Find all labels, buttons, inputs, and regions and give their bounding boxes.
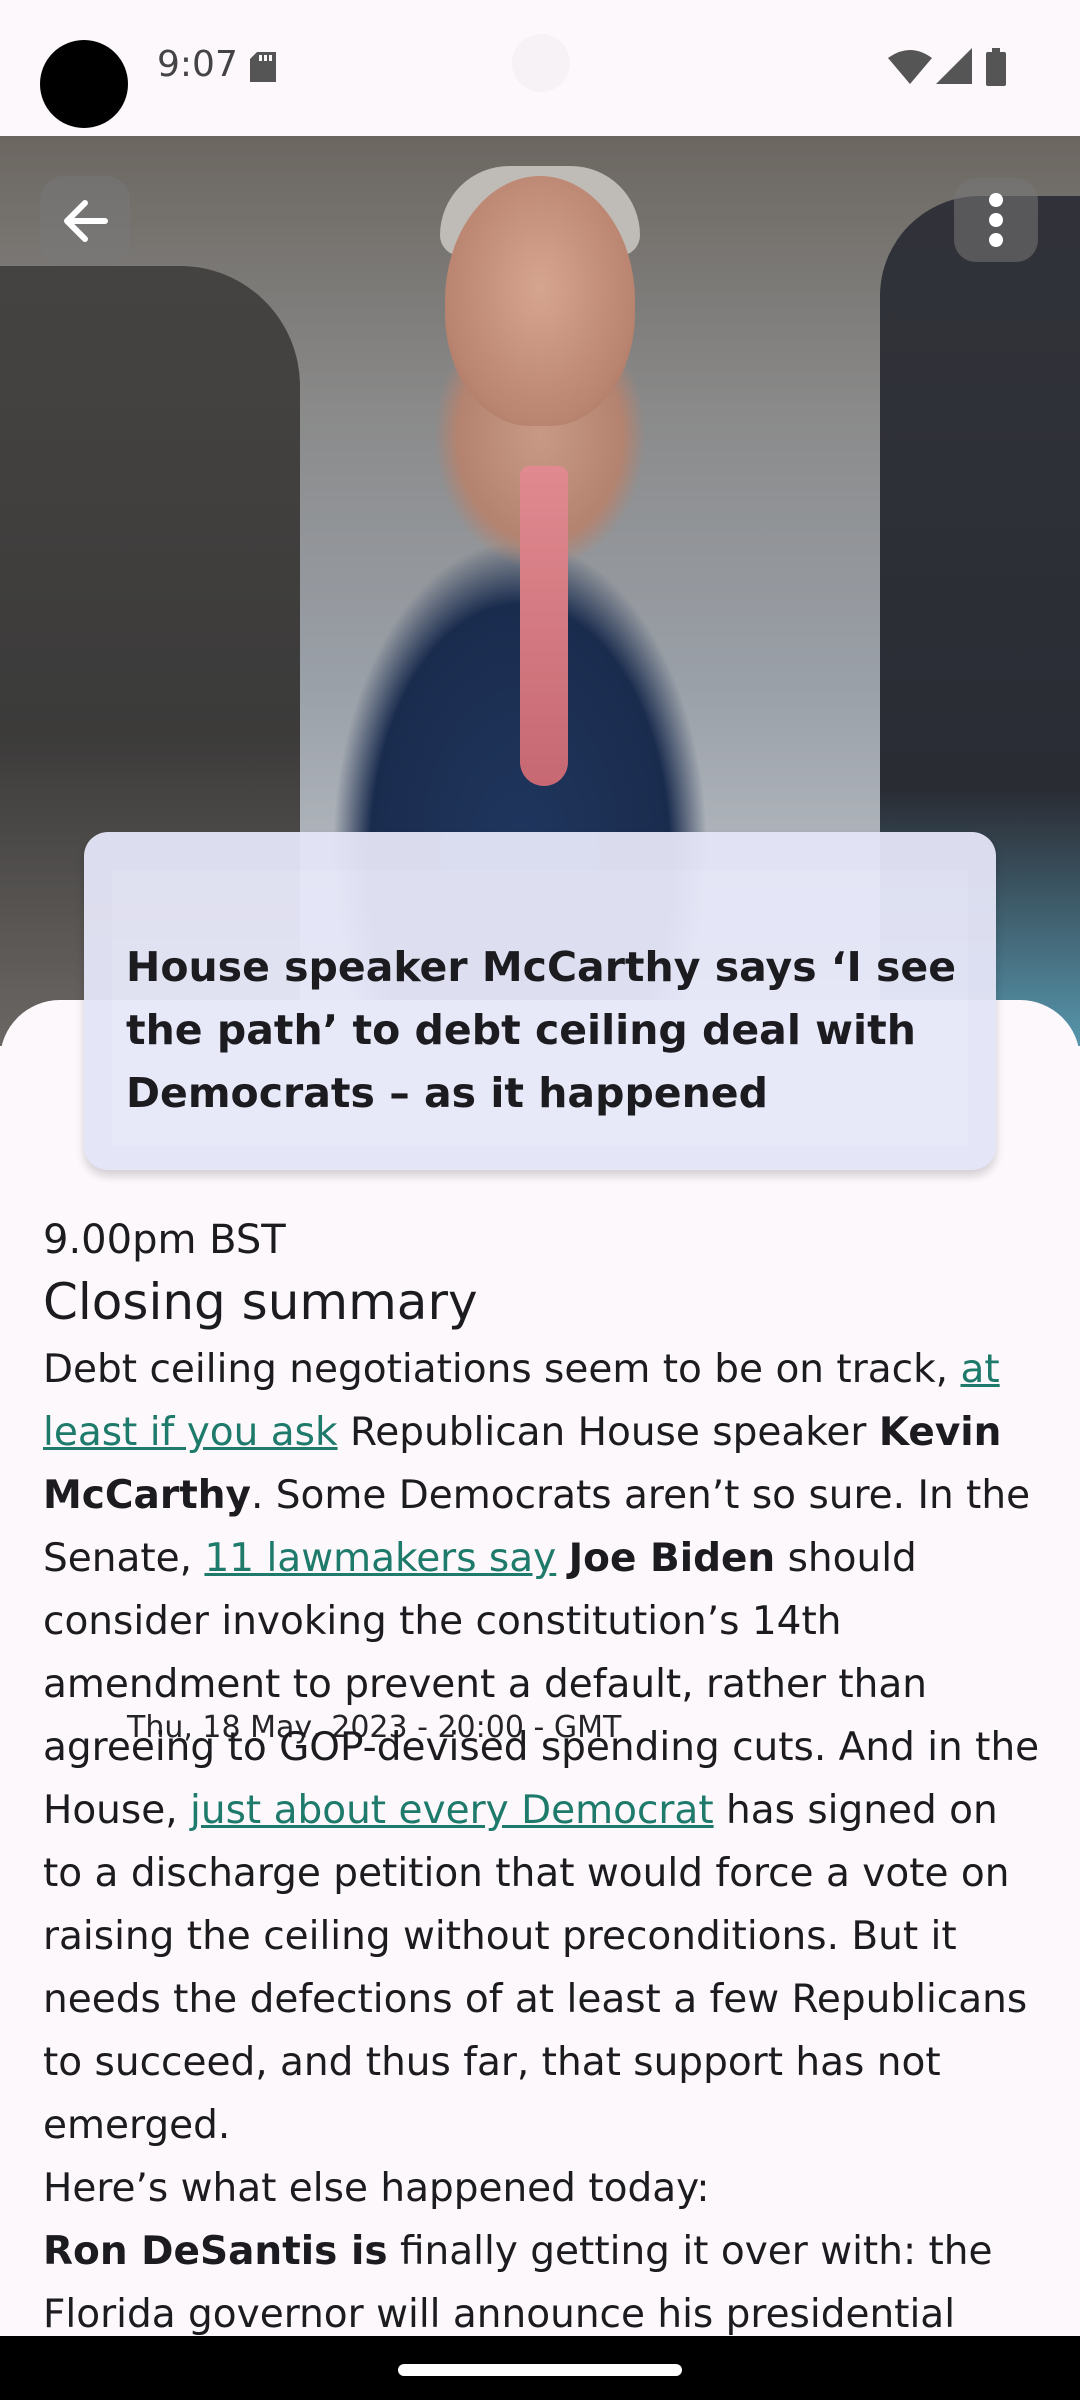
battery-icon [986, 48, 1006, 86]
home-gesture-handle[interactable] [398, 2364, 682, 2376]
screen: 9:07 Thu, 18 May, 2023 - 20:00 - GMT Hou… [0, 0, 1080, 2400]
more-options-button[interactable] [954, 178, 1038, 262]
bold-joe-biden: Joe Biden [568, 1536, 776, 1581]
intro-line: Here’s what else happened today: [43, 2166, 710, 2211]
article-date: Thu, 18 May, 2023 - 20:00 - GMT [127, 1710, 622, 1745]
hero-image-tie [520, 466, 568, 786]
cell-signal-icon [936, 48, 972, 84]
text-span: has signed on to a discharge petition th… [43, 1788, 1028, 2148]
bold-ron-desantis: Ron DeSantis is [43, 2229, 388, 2274]
wifi-icon [888, 50, 932, 84]
text-span: Debt ceiling negotiations seem to be on … [43, 1347, 961, 1392]
hero-image-face [445, 176, 635, 426]
summary-paragraph: Debt ceiling negotiations seem to be on … [43, 1338, 1043, 2157]
desantis-paragraph: Ron DeSantis is finally getting it over … [43, 2220, 1043, 2346]
more-vert-icon [989, 193, 1003, 247]
back-button[interactable] [40, 176, 130, 266]
sd-card-icon [250, 52, 276, 82]
status-bar: 9:07 [0, 0, 1080, 136]
link-11-lawmakers-say[interactable]: 11 lawmakers say [204, 1536, 556, 1581]
camera-cutout [40, 40, 128, 128]
text-span [556, 1536, 568, 1581]
post-timestamp: 9.00pm BST [43, 1217, 286, 1263]
arrow-left-icon [64, 200, 108, 242]
article-title: House speaker McCarthy says ‘I see the p… [126, 943, 957, 1117]
status-time: 9:07 [157, 44, 238, 85]
article-body: 9.00pm BST Closing summary Debt ceiling … [43, 1210, 1043, 2346]
text-span: Republican House speaker [337, 1410, 879, 1455]
link-just-about-every-democrat[interactable]: just about every Democrat [190, 1788, 714, 1833]
section-heading: Closing summary [43, 1273, 478, 1331]
front-camera [512, 34, 570, 92]
